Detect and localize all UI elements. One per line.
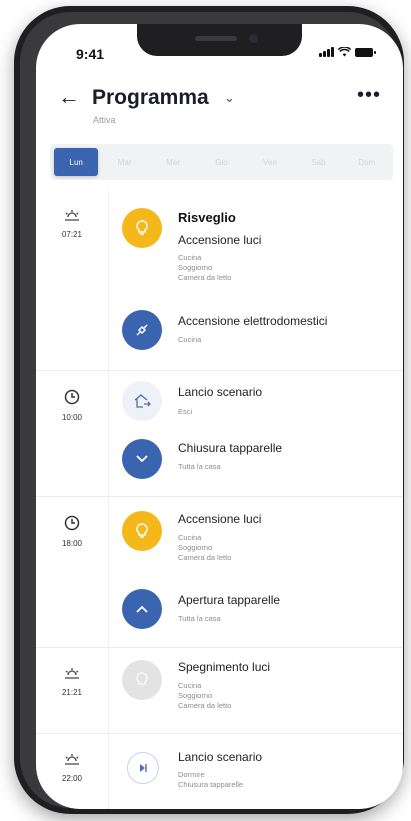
speaker <box>195 36 237 41</box>
screen: 9:41 ← Programma ⌄ Attiva ••• Lun Mar Me… <box>36 24 403 809</box>
time-slot: 22:00 <box>52 752 92 783</box>
wifi-icon <box>338 47 351 57</box>
play-pause-icon[interactable] <box>127 752 159 784</box>
event-details: Cucina Soggiorno Camera da letto <box>178 533 232 562</box>
event-title[interactable]: Accensione elettrodomestici <box>178 314 327 328</box>
event-title[interactable]: Lancio scenario <box>178 750 262 764</box>
page-title[interactable]: Programma <box>92 86 209 110</box>
event-title[interactable]: Spegnimento luci <box>178 660 270 674</box>
page-subtitle: Attiva <box>93 115 116 125</box>
header: ← Programma ⌄ Attiva ••• <box>36 84 403 144</box>
day-selector: Lun Mar Mer Gio Ven Sab Dom <box>50 144 393 180</box>
day-tab-lun[interactable]: Lun <box>54 148 99 176</box>
status-time: 9:41 <box>76 46 105 62</box>
event-title[interactable]: Risveglio <box>178 210 236 225</box>
schedule-timeline: 07:21 Risveglio Accensione luci Cucina S… <box>36 190 403 809</box>
day-tab-gio[interactable]: Gio <box>199 148 243 176</box>
time-slot: 21:21 <box>52 666 92 697</box>
battery-icon <box>355 48 376 57</box>
arrow-left-icon[interactable]: ← <box>58 86 80 108</box>
clock-icon <box>52 389 92 410</box>
signal-icon <box>319 47 334 57</box>
time-slot: 10:00 <box>52 389 92 422</box>
time-slot: 18:00 <box>52 515 92 548</box>
more-dots-icon[interactable]: ••• <box>357 84 381 107</box>
event-details: Cucina Soggiorno Camera da letto <box>178 253 232 282</box>
time-slot: 07:21 <box>52 208 92 239</box>
event-details: Esci <box>178 407 193 416</box>
phone-frame: 9:41 ← Programma ⌄ Attiva ••• Lun Mar Me… <box>14 6 404 814</box>
event-title[interactable]: Apertura tapparelle <box>178 593 280 607</box>
sunrise-icon <box>52 208 92 227</box>
chevron-down-icon[interactable] <box>122 439 162 479</box>
house-exit-icon[interactable] <box>122 381 162 421</box>
sunset-icon <box>52 666 92 685</box>
event-action: Accensione luci <box>178 233 262 247</box>
lightbulb-off-icon[interactable] <box>122 660 162 700</box>
notch <box>137 24 302 56</box>
sunset-icon <box>52 752 92 771</box>
event-details: Cucina Soggiorno Camera da letto <box>178 681 232 710</box>
camera <box>249 34 258 43</box>
day-tab-mer[interactable]: Mer <box>151 148 195 176</box>
event-title[interactable]: Lancio scenario <box>178 385 262 399</box>
status-icons <box>319 47 376 57</box>
schedule-group: 07:21 Risveglio Accensione luci Cucina S… <box>36 190 403 370</box>
chevron-up-icon[interactable] <box>122 589 162 629</box>
schedule-group: 18:00 Accensione luci Cucina Soggiorno C… <box>36 496 403 647</box>
schedule-group: 10:00 Lancio scenario Esci Chiusura tapp… <box>36 370 403 496</box>
day-tab-mar[interactable]: Mar <box>102 148 146 176</box>
chevron-down-icon[interactable]: ⌄ <box>224 90 235 106</box>
plug-icon[interactable] <box>122 310 162 350</box>
lightbulb-icon[interactable] <box>122 511 162 551</box>
schedule-group: 22:00 Lancio scenario Dormire Chiusura t… <box>36 733 403 809</box>
event-title[interactable]: Chiusura tapparelle <box>178 441 282 455</box>
event-details: Tutta la casa <box>178 462 221 471</box>
clock-icon <box>52 515 92 536</box>
day-tab-dom[interactable]: Dom <box>345 148 389 176</box>
lightbulb-icon[interactable] <box>122 208 162 248</box>
day-tab-ven[interactable]: Ven <box>248 148 292 176</box>
event-details: Cucina <box>178 335 202 344</box>
schedule-group: 21:21 Spegnimento luci Cucina Soggiorno … <box>36 647 403 733</box>
event-details: Dormire Chiusura tapparelle <box>178 770 244 789</box>
event-title[interactable]: Accensione luci <box>178 512 261 526</box>
event-details: Tutta la casa <box>178 614 221 623</box>
day-tab-sab[interactable]: Sab <box>296 148 340 176</box>
